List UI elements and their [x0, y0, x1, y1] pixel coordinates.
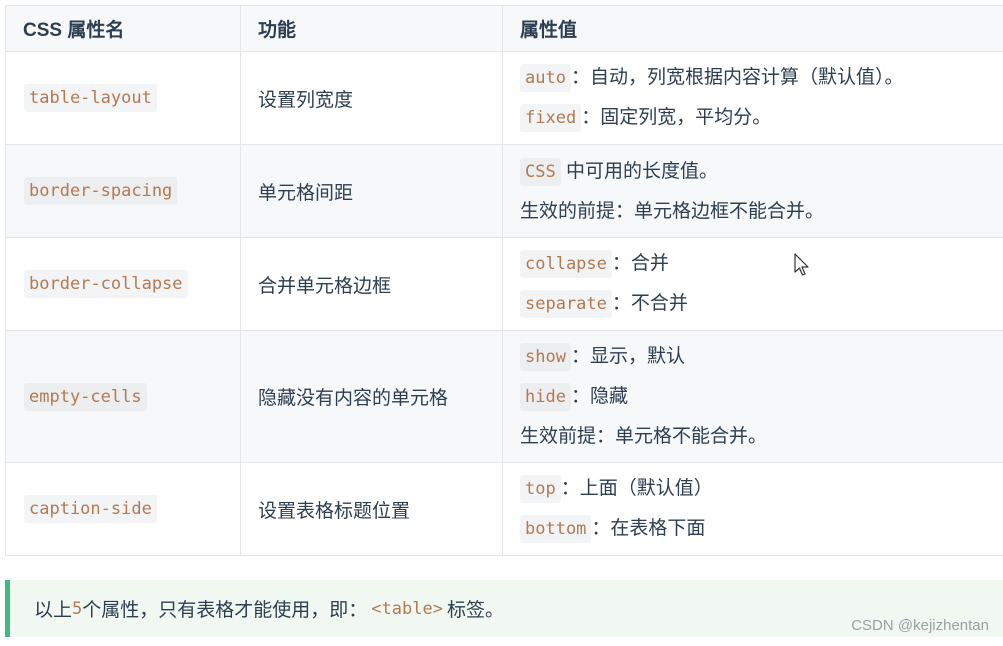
tip-count: 5: [72, 598, 83, 619]
value-code: CSS: [520, 157, 561, 186]
value-text: 中可用的长度值。: [560, 160, 718, 182]
property-code: empty-cells: [24, 382, 147, 411]
property-cell: border-collapse: [5, 237, 241, 331]
tip-middle: 个属性，只有表格才能使用，即：: [82, 600, 368, 621]
tip-prefix: 以上: [34, 600, 73, 621]
header-property-name: CSS 属性名: [5, 5, 241, 52]
value-line: top ：上面（默认值）: [520, 469, 1003, 509]
value-text: ：在表格下面: [591, 518, 706, 539]
value-line: 生效前提：单元格不能合并。: [520, 426, 768, 447]
table-row: caption-side 设置表格标题位置 top ：上面（默认值） bottom…: [5, 462, 1003, 556]
function-cell: 单元格间距: [240, 144, 503, 238]
table-row: border-spacing 单元格间距 CSS 中可用的长度值。 生效的前提：…: [5, 144, 1003, 238]
value-line: collapse ：合并: [520, 244, 1003, 284]
watermark: CSDN @kejizhentan: [851, 617, 989, 634]
mouse-cursor-icon: [794, 253, 809, 276]
value-code: hide: [520, 383, 571, 411]
property-cell: border-spacing: [5, 144, 241, 238]
property-code: caption-side: [24, 495, 157, 523]
property-code: border-spacing: [24, 177, 178, 205]
header-values: 属性值: [502, 5, 1003, 52]
property-cell: empty-cells: [5, 330, 241, 463]
css-properties-table-container: CSS 属性名 功能 属性值 table-layout 设置列宽度 auto ：自…: [5, 5, 1003, 556]
property-code: table-layout: [24, 84, 157, 112]
value-line: show ：显示，默认: [520, 337, 1003, 377]
function-cell: 合并单元格边框: [240, 237, 503, 331]
table-header-row: CSS 属性名 功能 属性值: [5, 5, 1003, 52]
table-row: empty-cells 隐藏没有内容的单元格 show ：显示，默认 hide ：隐…: [5, 330, 1003, 463]
value-text: ：自动，列宽根据内容计算（默认值）。: [570, 67, 904, 88]
value-text: ：上面（默认值）: [560, 478, 713, 499]
value-line: hide ：隐藏: [520, 377, 1003, 417]
value-line: auto ：自动，列宽根据内容计算（默认值）。: [520, 58, 1003, 98]
values-cell: CSS 中可用的长度值。 生效的前提：单元格边框不能合并。: [502, 144, 1003, 238]
property-cell: table-layout: [5, 51, 241, 145]
value-line: 生效的前提：单元格边框不能合并。: [520, 200, 825, 222]
values-cell: top ：上面（默认值） bottom ：在表格下面: [502, 462, 1003, 556]
values-cell: auto ：自动，列宽根据内容计算（默认值）。 fixed ：固定列宽，平均分。: [502, 51, 1003, 145]
value-code: collapse: [520, 250, 612, 278]
value-code: bottom: [520, 515, 592, 543]
value-code: show: [520, 343, 571, 371]
value-line: separate ：不合并: [520, 284, 1003, 324]
table-row: table-layout 设置列宽度 auto ：自动，列宽根据内容计算（默认值）…: [5, 51, 1003, 145]
value-code: fixed: [520, 104, 582, 132]
property-cell: caption-side: [5, 462, 241, 556]
function-cell: 隐藏没有内容的单元格: [240, 330, 503, 463]
value-text: ：固定列宽，平均分。: [581, 107, 772, 128]
values-cell: collapse ：合并 separate ：不合并: [502, 237, 1003, 331]
value-text: ：合并: [611, 253, 669, 274]
value-code: auto: [520, 64, 571, 92]
value-code: separate: [520, 290, 612, 318]
css-properties-table: CSS 属性名 功能 属性值 table-layout 设置列宽度 auto ：自…: [5, 5, 1003, 556]
value-text: ：隐藏: [570, 386, 628, 407]
function-cell: 设置表格标题位置: [240, 462, 503, 556]
tip-suffix: 标签。: [446, 600, 504, 621]
function-cell: 设置列宽度: [240, 51, 503, 145]
header-function: 功能: [240, 5, 503, 52]
value-text: ：不合并: [611, 293, 688, 314]
value-line: bottom ：在表格下面: [520, 509, 1003, 549]
value-line: CSS 中可用的长度值。: [520, 152, 1003, 192]
property-code: border-collapse: [24, 270, 188, 298]
value-text: ：显示，默认: [570, 346, 685, 367]
value-line: fixed ：固定列宽，平均分。: [520, 98, 1003, 138]
values-cell: show ：显示，默认 hide ：隐藏 生效前提：单元格不能合并。: [502, 330, 1003, 463]
table-row: border-collapse 合并单元格边框 collapse ：合并 sepa…: [5, 237, 1003, 331]
tip-code: <table>: [371, 598, 443, 619]
value-code: top: [520, 475, 561, 503]
